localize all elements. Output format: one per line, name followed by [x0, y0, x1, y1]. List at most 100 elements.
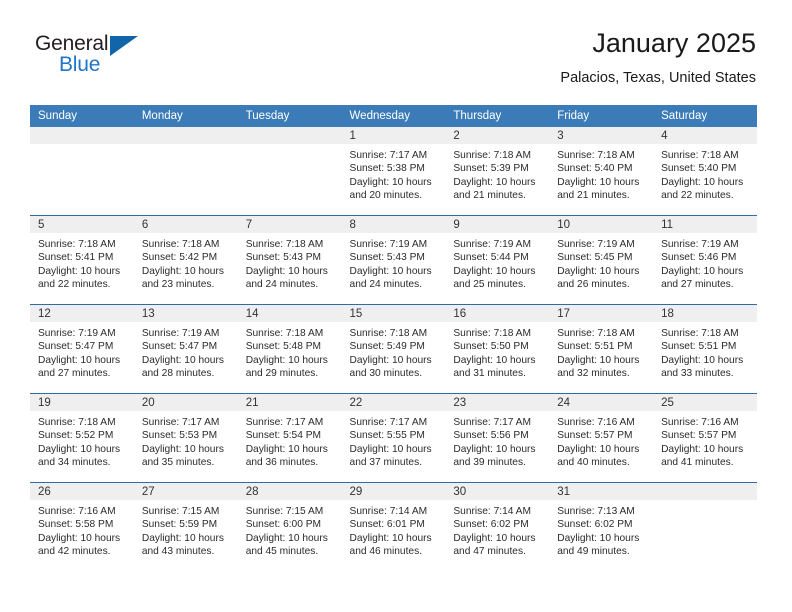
daylight-text: Daylight: 10 hours and 40 minutes. [557, 443, 640, 469]
calendar-day-cell[interactable]: 24 Sunrise: 7:16 AM Sunset: 5:57 PM Dayligh… [549, 393, 654, 483]
sunset-text: Sunset: 5:55 PM [349, 430, 425, 442]
weekday-header-monday: Monday [133, 105, 238, 127]
sunset-text: Sunset: 5:47 PM [38, 341, 114, 353]
day-details: Sunrise: 7:19 AM Sunset: 5:47 PM Daylight:… [30, 322, 134, 381]
day-details: Sunrise: 7:18 AM Sunset: 5:50 PM Daylight:… [445, 322, 549, 381]
calendar-day-cell[interactable]: 30 Sunrise: 7:14 AM Sunset: 6:02 PM Dayligh… [445, 482, 550, 571]
daylight-text: Daylight: 10 hours and 28 minutes. [141, 354, 224, 380]
calendar-day-cell[interactable]: 7 Sunrise: 7:18 AM Sunset: 5:43 PM Daylight… [237, 215, 342, 305]
sunset-text: Sunset: 5:59 PM [141, 519, 218, 531]
sunrise-text: Sunrise: 7:18 AM [453, 328, 531, 339]
sunset-text: Sunset: 5:51 PM [661, 341, 737, 353]
calendar-week-row: 12 Sunrise: 7:19 AM Sunset: 5:47 PM Dayligh… [30, 304, 757, 394]
day-number: 20 [133, 394, 238, 411]
day-number: 19 [30, 394, 134, 411]
day-number: 8 [341, 216, 446, 233]
calendar-day-cell[interactable]: 16 Sunrise: 7:18 AM Sunset: 5:50 PM Dayligh… [445, 304, 550, 394]
calendar-day-cell[interactable]: 27 Sunrise: 7:15 AM Sunset: 5:59 PM Dayligh… [133, 482, 238, 571]
weekday-header-tuesday: Tuesday [237, 105, 342, 127]
calendar-day-cell[interactable]: 3 Sunrise: 7:18 AM Sunset: 5:40 PM Daylight… [549, 127, 654, 216]
logo-text-blue: Blue [59, 53, 101, 76]
day-number: 5 [30, 216, 134, 233]
day-details: Sunrise: 7:18 AM Sunset: 5:48 PM Daylight:… [238, 322, 342, 381]
daylight-text: Daylight: 10 hours and 31 minutes. [453, 354, 536, 380]
page-subtitle-location: Palacios, Texas, United States [560, 70, 756, 86]
sunrise-text: Sunrise: 7:17 AM [349, 417, 428, 428]
day-details: Sunrise: 7:17 AM Sunset: 5:54 PM Daylight:… [238, 411, 342, 470]
day-number: 3 [549, 127, 654, 144]
day-details: Sunrise: 7:16 AM Sunset: 5:58 PM Daylight:… [30, 500, 134, 559]
sunset-text: Sunset: 5:44 PM [453, 252, 529, 264]
calendar-day-cell[interactable]: 21 Sunrise: 7:17 AM Sunset: 5:54 PM Dayligh… [237, 393, 342, 483]
calendar-day-cell[interactable]: 17 Sunrise: 7:18 AM Sunset: 5:51 PM Dayligh… [549, 304, 654, 394]
sunrise-text: Sunrise: 7:18 AM [38, 239, 116, 250]
calendar-day-cell[interactable]: 2 Sunrise: 7:18 AM Sunset: 5:39 PM Daylight… [445, 127, 550, 216]
sunset-text: Sunset: 6:02 PM [453, 519, 529, 531]
sunset-text: Sunset: 5:42 PM [141, 252, 218, 264]
daylight-text: Daylight: 10 hours and 30 minutes. [349, 354, 432, 380]
calendar-day-cell[interactable]: 31 Sunrise: 7:13 AM Sunset: 6:02 PM Dayligh… [549, 482, 654, 571]
daylight-text: Daylight: 10 hours and 35 minutes. [141, 443, 224, 469]
logo-triangle-icon [110, 36, 138, 56]
calendar-day-cell[interactable]: 8 Sunrise: 7:19 AM Sunset: 5:43 PM Daylight… [341, 215, 446, 305]
calendar-day-cell[interactable]: 26 Sunrise: 7:16 AM Sunset: 5:58 PM Dayligh… [30, 482, 134, 571]
day-number: 1 [341, 127, 446, 144]
sunrise-text: Sunrise: 7:17 AM [453, 417, 531, 428]
calendar-day-cell[interactable]: 6 Sunrise: 7:18 AM Sunset: 5:42 PM Daylight… [133, 215, 238, 305]
daylight-text: Daylight: 10 hours and 39 minutes. [453, 443, 536, 469]
daylight-text: Daylight: 10 hours and 25 minutes. [453, 265, 536, 291]
sunset-text: Sunset: 5:50 PM [453, 341, 529, 353]
sunset-text: Sunset: 6:00 PM [245, 519, 322, 531]
daylight-text: Daylight: 10 hours and 22 minutes. [38, 265, 121, 291]
sunrise-text: Sunrise: 7:19 AM [453, 239, 531, 250]
sunset-text: Sunset: 5:54 PM [245, 430, 322, 442]
daylight-text: Daylight: 10 hours and 26 minutes. [557, 265, 640, 291]
general-blue-logo[interactable]: General Blue [35, 32, 165, 84]
sunset-text: Sunset: 5:38 PM [349, 163, 425, 175]
day-number: 22 [341, 394, 446, 411]
weekday-header-saturday: Saturday [653, 105, 757, 127]
day-details: Sunrise: 7:14 AM Sunset: 6:02 PM Daylight:… [445, 500, 549, 559]
calendar-day-cell[interactable]: 15 Sunrise: 7:18 AM Sunset: 5:49 PM Dayligh… [341, 304, 446, 394]
sunset-text: Sunset: 5:45 PM [557, 252, 633, 264]
day-details: Sunrise: 7:18 AM Sunset: 5:51 PM Daylight:… [549, 322, 653, 381]
sunrise-text: Sunrise: 7:19 AM [141, 328, 220, 339]
calendar-day-cell[interactable]: 28 Sunrise: 7:15 AM Sunset: 6:00 PM Dayligh… [237, 482, 342, 571]
weekday-header-thursday: Thursday [445, 105, 550, 127]
day-details: Sunrise: 7:18 AM Sunset: 5:49 PM Daylight:… [342, 322, 446, 381]
day-details: Sunrise: 7:18 AM Sunset: 5:41 PM Daylight:… [30, 233, 134, 292]
calendar-day-cell[interactable]: 14 Sunrise: 7:18 AM Sunset: 5:48 PM Dayligh… [237, 304, 342, 394]
page-header: General Blue January 2025 Palacios, Texa… [0, 0, 792, 100]
calendar-day-cell[interactable]: 12 Sunrise: 7:19 AM Sunset: 5:47 PM Dayligh… [30, 304, 134, 394]
calendar-day-cell[interactable]: 11 Sunrise: 7:19 AM Sunset: 5:46 PM Dayligh… [653, 215, 757, 305]
day-details: Sunrise: 7:15 AM Sunset: 5:59 PM Daylight:… [134, 500, 238, 559]
calendar-day-cell[interactable]: 13 Sunrise: 7:19 AM Sunset: 5:47 PM Dayligh… [133, 304, 238, 394]
daylight-text: Daylight: 10 hours and 20 minutes. [349, 176, 432, 202]
calendar-day-cell[interactable]: 1 Sunrise: 7:17 AM Sunset: 5:38 PM Daylight… [341, 127, 446, 216]
day-details: Sunrise: 7:15 AM Sunset: 6:00 PM Daylight:… [238, 500, 342, 559]
calendar-week-row: 5 Sunrise: 7:18 AM Sunset: 5:41 PM Daylight… [30, 215, 757, 305]
calendar-day-cell[interactable]: 20 Sunrise: 7:17 AM Sunset: 5:53 PM Dayligh… [133, 393, 238, 483]
calendar-day-cell[interactable]: 10 Sunrise: 7:19 AM Sunset: 5:45 PM Dayligh… [549, 215, 654, 305]
calendar-day-cell-empty [133, 127, 238, 216]
calendar-day-cell[interactable]: 25 Sunrise: 7:16 AM Sunset: 5:57 PM Dayligh… [653, 393, 757, 483]
calendar-day-cell[interactable]: 9 Sunrise: 7:19 AM Sunset: 5:44 PM Daylight… [445, 215, 550, 305]
day-details: Sunrise: 7:19 AM Sunset: 5:44 PM Daylight:… [445, 233, 549, 292]
calendar-day-cell[interactable]: 29 Sunrise: 7:14 AM Sunset: 6:01 PM Dayligh… [341, 482, 446, 571]
day-details: Sunrise: 7:18 AM Sunset: 5:40 PM Daylight:… [653, 144, 757, 203]
calendar-day-cell[interactable]: 18 Sunrise: 7:18 AM Sunset: 5:51 PM Dayligh… [653, 304, 757, 394]
sunrise-text: Sunrise: 7:19 AM [557, 239, 635, 250]
daylight-text: Daylight: 10 hours and 22 minutes. [661, 176, 744, 202]
sunrise-text: Sunrise: 7:16 AM [557, 417, 635, 428]
calendar-day-cell[interactable]: 5 Sunrise: 7:18 AM Sunset: 5:41 PM Daylight… [30, 215, 134, 305]
calendar-body: 1 Sunrise: 7:17 AM Sunset: 5:38 PM Daylight… [30, 127, 757, 571]
calendar-day-cell[interactable]: 4 Sunrise: 7:18 AM Sunset: 5:40 PM Daylight… [653, 127, 757, 216]
day-number: 6 [133, 216, 238, 233]
calendar-day-cell[interactable]: 19 Sunrise: 7:18 AM Sunset: 5:52 PM Dayligh… [30, 393, 134, 483]
weekday-header-wednesday: Wednesday [341, 105, 446, 127]
sunrise-text: Sunrise: 7:14 AM [453, 506, 531, 517]
day-details: Sunrise: 7:18 AM Sunset: 5:40 PM Daylight:… [549, 144, 653, 203]
calendar-day-cell[interactable]: 22 Sunrise: 7:17 AM Sunset: 5:55 PM Dayligh… [341, 393, 446, 483]
calendar-day-cell[interactable]: 23 Sunrise: 7:17 AM Sunset: 5:56 PM Dayligh… [445, 393, 550, 483]
daylight-text: Daylight: 10 hours and 33 minutes. [661, 354, 744, 380]
